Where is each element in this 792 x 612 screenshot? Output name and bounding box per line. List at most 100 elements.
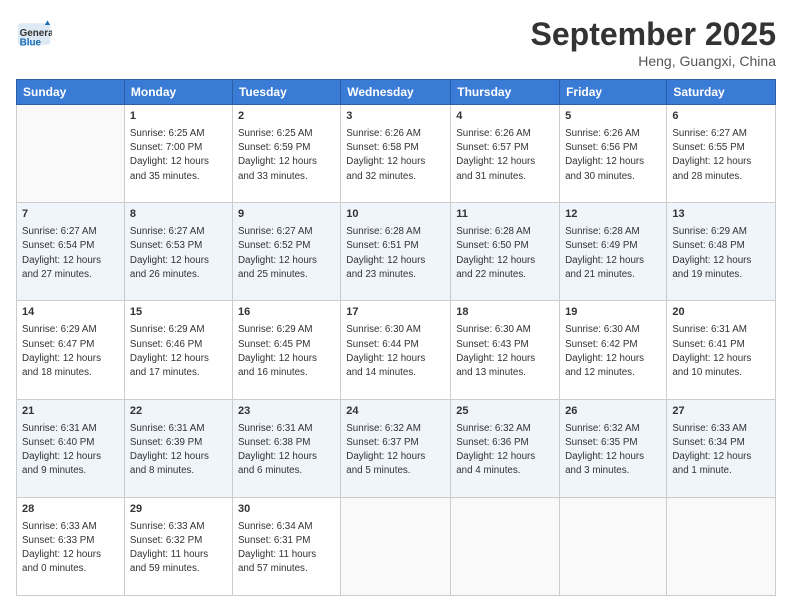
day-number: 11 bbox=[456, 207, 554, 223]
day-number: 2 bbox=[238, 109, 335, 125]
day-header-sunday: Sunday bbox=[17, 80, 125, 105]
day-info: Sunrise: 6:32 AM Sunset: 6:35 PM Dayligh… bbox=[565, 422, 661, 479]
month-title: September 2025 bbox=[531, 16, 776, 53]
day-number: 25 bbox=[456, 404, 554, 420]
day-number: 1 bbox=[130, 109, 227, 125]
day-info: Sunrise: 6:27 AM Sunset: 6:54 PM Dayligh… bbox=[22, 225, 119, 282]
calendar-cell bbox=[451, 497, 560, 595]
day-info: Sunrise: 6:25 AM Sunset: 7:00 PM Dayligh… bbox=[130, 127, 227, 184]
day-number: 13 bbox=[672, 207, 770, 223]
calendar-cell: 25 Sunrise: 6:32 AM Sunset: 6:36 PM Dayli… bbox=[451, 399, 560, 497]
day-info: Sunrise: 6:28 AM Sunset: 6:50 PM Dayligh… bbox=[456, 225, 554, 282]
calendar-cell bbox=[17, 105, 125, 203]
logo-icon: General Blue bbox=[16, 16, 52, 52]
day-number: 14 bbox=[22, 305, 119, 321]
day-info: Sunrise: 6:26 AM Sunset: 6:56 PM Dayligh… bbox=[565, 127, 661, 184]
location: Heng, Guangxi, China bbox=[531, 53, 776, 69]
day-info: Sunrise: 6:33 AM Sunset: 6:34 PM Dayligh… bbox=[672, 422, 770, 479]
day-number: 21 bbox=[22, 404, 119, 420]
calendar-cell: 24 Sunrise: 6:32 AM Sunset: 6:37 PM Dayli… bbox=[341, 399, 451, 497]
calendar-cell: 26 Sunrise: 6:32 AM Sunset: 6:35 PM Dayli… bbox=[560, 399, 667, 497]
day-number: 12 bbox=[565, 207, 661, 223]
calendar-cell: 23 Sunrise: 6:31 AM Sunset: 6:38 PM Dayli… bbox=[232, 399, 340, 497]
calendar-cell bbox=[341, 497, 451, 595]
day-header-wednesday: Wednesday bbox=[341, 80, 451, 105]
calendar-cell: 9Sunrise: 6:27 AM Sunset: 6:52 PM Daylig… bbox=[232, 203, 340, 301]
calendar-cell: 4 Sunrise: 6:26 AM Sunset: 6:57 PM Daylig… bbox=[451, 105, 560, 203]
week-row-4: 21 Sunrise: 6:31 AM Sunset: 6:40 PM Dayli… bbox=[17, 399, 776, 497]
calendar-cell: 20 Sunrise: 6:31 AM Sunset: 6:41 PM Dayli… bbox=[667, 301, 776, 399]
day-number: 17 bbox=[346, 305, 445, 321]
day-number: 9 bbox=[238, 207, 335, 223]
calendar-cell: 19Sunrise: 6:30 AM Sunset: 6:42 PM Dayli… bbox=[560, 301, 667, 399]
day-number: 28 bbox=[22, 502, 119, 518]
logo: General Blue bbox=[16, 16, 52, 52]
day-header-friday: Friday bbox=[560, 80, 667, 105]
day-info: Sunrise: 6:33 AM Sunset: 6:33 PM Dayligh… bbox=[22, 520, 119, 577]
day-number: 22 bbox=[130, 404, 227, 420]
calendar-cell: 13Sunrise: 6:29 AM Sunset: 6:48 PM Dayli… bbox=[667, 203, 776, 301]
day-info: Sunrise: 6:29 AM Sunset: 6:47 PM Dayligh… bbox=[22, 323, 119, 380]
calendar-cell: 15 Sunrise: 6:29 AM Sunset: 6:46 PM Dayli… bbox=[124, 301, 232, 399]
day-info: Sunrise: 6:25 AM Sunset: 6:59 PM Dayligh… bbox=[238, 127, 335, 184]
day-number: 26 bbox=[565, 404, 661, 420]
calendar-cell: 27 Sunrise: 6:33 AM Sunset: 6:34 PM Dayli… bbox=[667, 399, 776, 497]
day-info: Sunrise: 6:32 AM Sunset: 6:37 PM Dayligh… bbox=[346, 422, 445, 479]
calendar-cell: 6Sunrise: 6:27 AM Sunset: 6:55 PM Daylig… bbox=[667, 105, 776, 203]
day-number: 10 bbox=[346, 207, 445, 223]
calendar-cell: 8 Sunrise: 6:27 AM Sunset: 6:53 PM Daylig… bbox=[124, 203, 232, 301]
day-info: Sunrise: 6:29 AM Sunset: 6:46 PM Dayligh… bbox=[130, 323, 227, 380]
calendar-cell: 11 Sunrise: 6:28 AM Sunset: 6:50 PM Dayli… bbox=[451, 203, 560, 301]
week-row-1: 1 Sunrise: 6:25 AM Sunset: 7:00 PM Daylig… bbox=[17, 105, 776, 203]
day-number: 27 bbox=[672, 404, 770, 420]
calendar-cell: 5Sunrise: 6:26 AM Sunset: 6:56 PM Daylig… bbox=[560, 105, 667, 203]
day-header-thursday: Thursday bbox=[451, 80, 560, 105]
week-row-5: 28 Sunrise: 6:33 AM Sunset: 6:33 PM Dayli… bbox=[17, 497, 776, 595]
day-info: Sunrise: 6:28 AM Sunset: 6:49 PM Dayligh… bbox=[565, 225, 661, 282]
day-number: 7 bbox=[22, 207, 119, 223]
day-info: Sunrise: 6:31 AM Sunset: 6:39 PM Dayligh… bbox=[130, 422, 227, 479]
day-number: 30 bbox=[238, 502, 335, 518]
calendar-cell: 18 Sunrise: 6:30 AM Sunset: 6:43 PM Dayli… bbox=[451, 301, 560, 399]
day-header-saturday: Saturday bbox=[667, 80, 776, 105]
day-number: 16 bbox=[238, 305, 335, 321]
week-row-3: 14 Sunrise: 6:29 AM Sunset: 6:47 PM Dayli… bbox=[17, 301, 776, 399]
calendar-cell: 17 Sunrise: 6:30 AM Sunset: 6:44 PM Dayli… bbox=[341, 301, 451, 399]
day-info: Sunrise: 6:26 AM Sunset: 6:58 PM Dayligh… bbox=[346, 127, 445, 184]
day-info: Sunrise: 6:31 AM Sunset: 6:40 PM Dayligh… bbox=[22, 422, 119, 479]
day-number: 19 bbox=[565, 305, 661, 321]
day-info: Sunrise: 6:29 AM Sunset: 6:45 PM Dayligh… bbox=[238, 323, 335, 380]
calendar-cell bbox=[667, 497, 776, 595]
day-info: Sunrise: 6:30 AM Sunset: 6:44 PM Dayligh… bbox=[346, 323, 445, 380]
calendar-cell: 7 Sunrise: 6:27 AM Sunset: 6:54 PM Daylig… bbox=[17, 203, 125, 301]
calendar-page: General Blue September 2025 Heng, Guangx… bbox=[0, 0, 792, 612]
calendar-cell: 21 Sunrise: 6:31 AM Sunset: 6:40 PM Dayli… bbox=[17, 399, 125, 497]
day-number: 15 bbox=[130, 305, 227, 321]
day-number: 24 bbox=[346, 404, 445, 420]
calendar-cell: 2 Sunrise: 6:25 AM Sunset: 6:59 PM Daylig… bbox=[232, 105, 340, 203]
day-number: 18 bbox=[456, 305, 554, 321]
week-row-2: 7 Sunrise: 6:27 AM Sunset: 6:54 PM Daylig… bbox=[17, 203, 776, 301]
svg-text:Blue: Blue bbox=[20, 38, 42, 49]
day-info: Sunrise: 6:31 AM Sunset: 6:41 PM Dayligh… bbox=[672, 323, 770, 380]
calendar-header-row: SundayMondayTuesdayWednesdayThursdayFrid… bbox=[17, 80, 776, 105]
calendar-cell: 16 Sunrise: 6:29 AM Sunset: 6:45 PM Dayli… bbox=[232, 301, 340, 399]
day-info: Sunrise: 6:34 AM Sunset: 6:31 PM Dayligh… bbox=[238, 520, 335, 577]
day-info: Sunrise: 6:32 AM Sunset: 6:36 PM Dayligh… bbox=[456, 422, 554, 479]
calendar-cell: 29Sunrise: 6:33 AM Sunset: 6:32 PM Dayli… bbox=[124, 497, 232, 595]
day-header-tuesday: Tuesday bbox=[232, 80, 340, 105]
day-number: 23 bbox=[238, 404, 335, 420]
day-info: Sunrise: 6:30 AM Sunset: 6:43 PM Dayligh… bbox=[456, 323, 554, 380]
calendar-cell: 22 Sunrise: 6:31 AM Sunset: 6:39 PM Dayli… bbox=[124, 399, 232, 497]
day-number: 8 bbox=[130, 207, 227, 223]
day-info: Sunrise: 6:26 AM Sunset: 6:57 PM Dayligh… bbox=[456, 127, 554, 184]
day-header-monday: Monday bbox=[124, 80, 232, 105]
calendar-cell: 3 Sunrise: 6:26 AM Sunset: 6:58 PM Daylig… bbox=[341, 105, 451, 203]
day-info: Sunrise: 6:31 AM Sunset: 6:38 PM Dayligh… bbox=[238, 422, 335, 479]
day-number: 20 bbox=[672, 305, 770, 321]
day-number: 3 bbox=[346, 109, 445, 125]
day-info: Sunrise: 6:27 AM Sunset: 6:53 PM Dayligh… bbox=[130, 225, 227, 282]
calendar-cell: 12 Sunrise: 6:28 AM Sunset: 6:49 PM Dayli… bbox=[560, 203, 667, 301]
calendar-cell: 1 Sunrise: 6:25 AM Sunset: 7:00 PM Daylig… bbox=[124, 105, 232, 203]
day-number: 4 bbox=[456, 109, 554, 125]
